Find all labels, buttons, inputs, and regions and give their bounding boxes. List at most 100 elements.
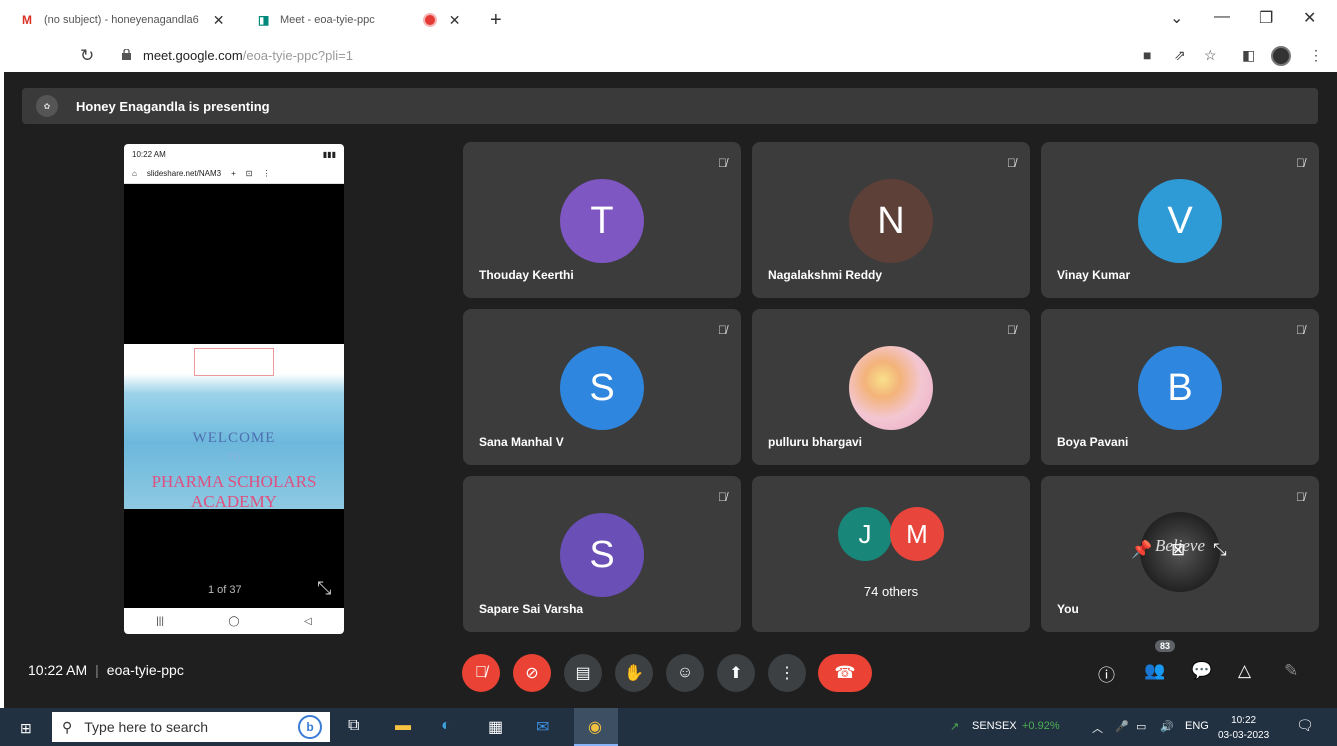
phone-url-bar: ⌂ slideshare.net/NAM3 + ⊡ ⋮ bbox=[124, 164, 344, 184]
windows-taskbar: ⊞ ⚲ Type here to search b ⧉ ▬ ◐ ▦ ✉ ◉ ↗ … bbox=[0, 708, 1337, 746]
task-view-icon[interactable]: ⧉ bbox=[348, 717, 359, 735]
others-tile[interactable]: J M 74 others bbox=[752, 476, 1030, 632]
more-options-button[interactable]: ⋮ bbox=[768, 654, 806, 692]
lock-meeting-icon[interactable]: ✎ bbox=[1284, 661, 1298, 681]
edge-icon[interactable]: ◐ bbox=[441, 717, 451, 735]
participant-tile[interactable]: 🎙̸ pulluru bhargavi bbox=[752, 309, 1030, 465]
meeting-code[interactable]: eoa-tyie-ppc bbox=[107, 662, 184, 678]
captions-icon: ▤ bbox=[575, 665, 591, 682]
participant-tile[interactable]: S 🎙̸ Sapare Sai Varsha bbox=[463, 476, 741, 632]
notifications-icon[interactable]: 🗨 bbox=[1296, 717, 1314, 734]
raise-hand-button[interactable]: ✋ bbox=[615, 654, 653, 692]
avatar-photo bbox=[849, 346, 933, 430]
new-tab-icon[interactable]: + bbox=[490, 9, 502, 32]
mic-off-icon: 🎙̸ bbox=[1296, 490, 1305, 504]
minimize-tile-icon[interactable]: ⤡ bbox=[1213, 540, 1227, 560]
participant-tile[interactable]: V 🎙̸ Vinay Kumar bbox=[1041, 142, 1319, 298]
tab-search-icon[interactable]: ⌄ bbox=[1170, 8, 1183, 28]
share-icon[interactable]: ⇗ bbox=[1174, 47, 1186, 64]
close-tab-icon[interactable]: ✕ bbox=[213, 12, 225, 29]
presenting-banner: ✿ Honey Enagandla is presenting bbox=[22, 88, 1318, 124]
presenter-avatar: ✿ bbox=[36, 95, 58, 117]
reload-icon[interactable]: ↻ bbox=[80, 46, 94, 66]
leave-call-button[interactable]: ☎ bbox=[818, 654, 872, 692]
meeting-info: 10:22 AM | eoa-tyie-ppc bbox=[28, 662, 184, 678]
mic-toggle-button[interactable]: 🎙̸ bbox=[462, 654, 500, 692]
people-count-badge: 83 bbox=[1155, 640, 1176, 652]
avatar: V bbox=[1138, 179, 1222, 263]
sensex-label[interactable]: SENSEX bbox=[972, 720, 1017, 732]
participant-name: Vinay Kumar bbox=[1057, 268, 1131, 282]
mic-off-icon: 🎙̸ bbox=[1296, 323, 1305, 337]
clock-date: 03-03-2023 bbox=[1218, 730, 1270, 741]
presentation-screen[interactable]: 10:22 AM ▮▮▮ ⌂ slideshare.net/NAM3 + ⊡ ⋮… bbox=[124, 144, 344, 634]
menu-icon[interactable]: ⋮ bbox=[1309, 47, 1323, 64]
camera-toggle-button[interactable]: ⊘ bbox=[513, 654, 551, 692]
people-icon[interactable]: 👥 bbox=[1144, 661, 1165, 681]
url-host: meet.google.com bbox=[143, 48, 243, 63]
taskbar-search[interactable]: ⚲ Type here to search b bbox=[52, 712, 330, 742]
tray-chevron-icon[interactable]: ︿ bbox=[1092, 720, 1103, 736]
minimize-icon[interactable]: — bbox=[1214, 8, 1230, 26]
mic-off-icon: 🎙̸ bbox=[1007, 156, 1016, 170]
info-icon[interactable]: ⓘ bbox=[1098, 661, 1115, 686]
close-window-icon[interactable]: ✕ bbox=[1303, 8, 1316, 28]
url-field[interactable]: meet.google.com/eoa-tyie-ppc?pli=1 bbox=[143, 48, 353, 63]
hide-tile-icon[interactable]: ⊠ bbox=[1171, 540, 1185, 560]
mic-off-icon: 🎙̸ bbox=[718, 156, 727, 170]
phone-home-button-icon: ◯ bbox=[228, 615, 240, 627]
slide-welcome: WELCOME bbox=[192, 430, 276, 446]
camera-off-icon: ⊘ bbox=[525, 665, 539, 682]
windows-start-icon[interactable]: ⊞ bbox=[20, 720, 32, 737]
captions-button[interactable]: ▤ bbox=[564, 654, 602, 692]
pin-icon[interactable]: 📌 bbox=[1131, 540, 1152, 560]
network-icon[interactable]: ▭ bbox=[1136, 720, 1146, 733]
chat-icon[interactable]: 💬 bbox=[1191, 661, 1212, 681]
hand-icon: ✋ bbox=[624, 665, 644, 682]
bing-icon[interactable]: b bbox=[298, 715, 322, 739]
present-button[interactable]: ⬆ bbox=[717, 654, 755, 692]
screen: M (no subject) - honeyenagandla6 ✕ ◨ Mee… bbox=[0, 0, 1337, 746]
avatar: B bbox=[1138, 346, 1222, 430]
divider: | bbox=[95, 662, 99, 678]
mic-off-icon: 🎙̸ bbox=[475, 664, 487, 681]
participant-name: pulluru bhargavi bbox=[768, 435, 863, 449]
file-explorer-icon[interactable]: ▬ bbox=[395, 717, 411, 735]
participant-tile[interactable]: T 🎙̸ Thouday Keerthi bbox=[463, 142, 741, 298]
participant-tile[interactable]: B 🎙̸ Boya Pavani bbox=[1041, 309, 1319, 465]
side-panel-icon[interactable]: ◧ bbox=[1242, 47, 1255, 64]
camera-icon[interactable]: ■ bbox=[1143, 47, 1151, 63]
meeting-time: 10:22 AM bbox=[28, 662, 88, 678]
reactions-button[interactable]: ☺ bbox=[666, 654, 704, 692]
language-indicator[interactable]: ENG bbox=[1185, 720, 1209, 732]
mic-tray-icon[interactable]: 🎤 bbox=[1115, 720, 1129, 733]
participant-tile[interactable]: S 🎙̸ Sana Manhal V bbox=[463, 309, 741, 465]
profile-avatar[interactable] bbox=[1271, 46, 1291, 66]
close-tab-icon[interactable]: ✕ bbox=[449, 12, 461, 29]
address-bar: ↻ meet.google.com/eoa-tyie-ppc?pli=1 ■ ⇗… bbox=[0, 38, 1337, 72]
store-icon[interactable]: ▦ bbox=[488, 717, 503, 737]
avatar: S bbox=[560, 346, 644, 430]
more-icon: ⋮ bbox=[779, 665, 795, 682]
phone-hangup-icon: ☎ bbox=[834, 663, 856, 682]
avatar: S bbox=[560, 513, 644, 597]
avatar: N bbox=[849, 179, 933, 263]
participant-name: You bbox=[1057, 602, 1079, 616]
volume-icon[interactable]: 🔊 bbox=[1160, 720, 1174, 733]
gmail-icon: M bbox=[22, 13, 32, 27]
slide-to: TO bbox=[227, 452, 241, 463]
phone-signal-icon: ▮▮▮ bbox=[322, 149, 336, 159]
phone-home-icon: ⌂ bbox=[132, 169, 137, 178]
mail-icon[interactable]: ✉ bbox=[536, 717, 549, 737]
restore-icon[interactable]: ❐ bbox=[1259, 8, 1273, 28]
clock[interactable]: 10:22 03-03-2023 bbox=[1218, 713, 1269, 743]
self-tile[interactable]: Believe 📌 ⊠ ⤡ 🎙̸ You bbox=[1041, 476, 1319, 632]
tab-meet[interactable]: ◨ Meet - eoa-tyie-ppc ✕ bbox=[258, 6, 461, 34]
activities-icon[interactable]: △ bbox=[1238, 661, 1251, 681]
phone-url: slideshare.net/NAM3 bbox=[146, 169, 222, 178]
bookmark-star-icon[interactable]: ☆ bbox=[1204, 47, 1217, 64]
tab-gmail[interactable]: M (no subject) - honeyenagandla6 ✕ bbox=[22, 6, 224, 34]
collapse-icon[interactable]: ⤡ bbox=[317, 578, 331, 599]
participant-tile[interactable]: N 🎙̸ Nagalakshmi Reddy bbox=[752, 142, 1030, 298]
chrome-taskbar-button[interactable]: ◉ bbox=[574, 708, 618, 746]
